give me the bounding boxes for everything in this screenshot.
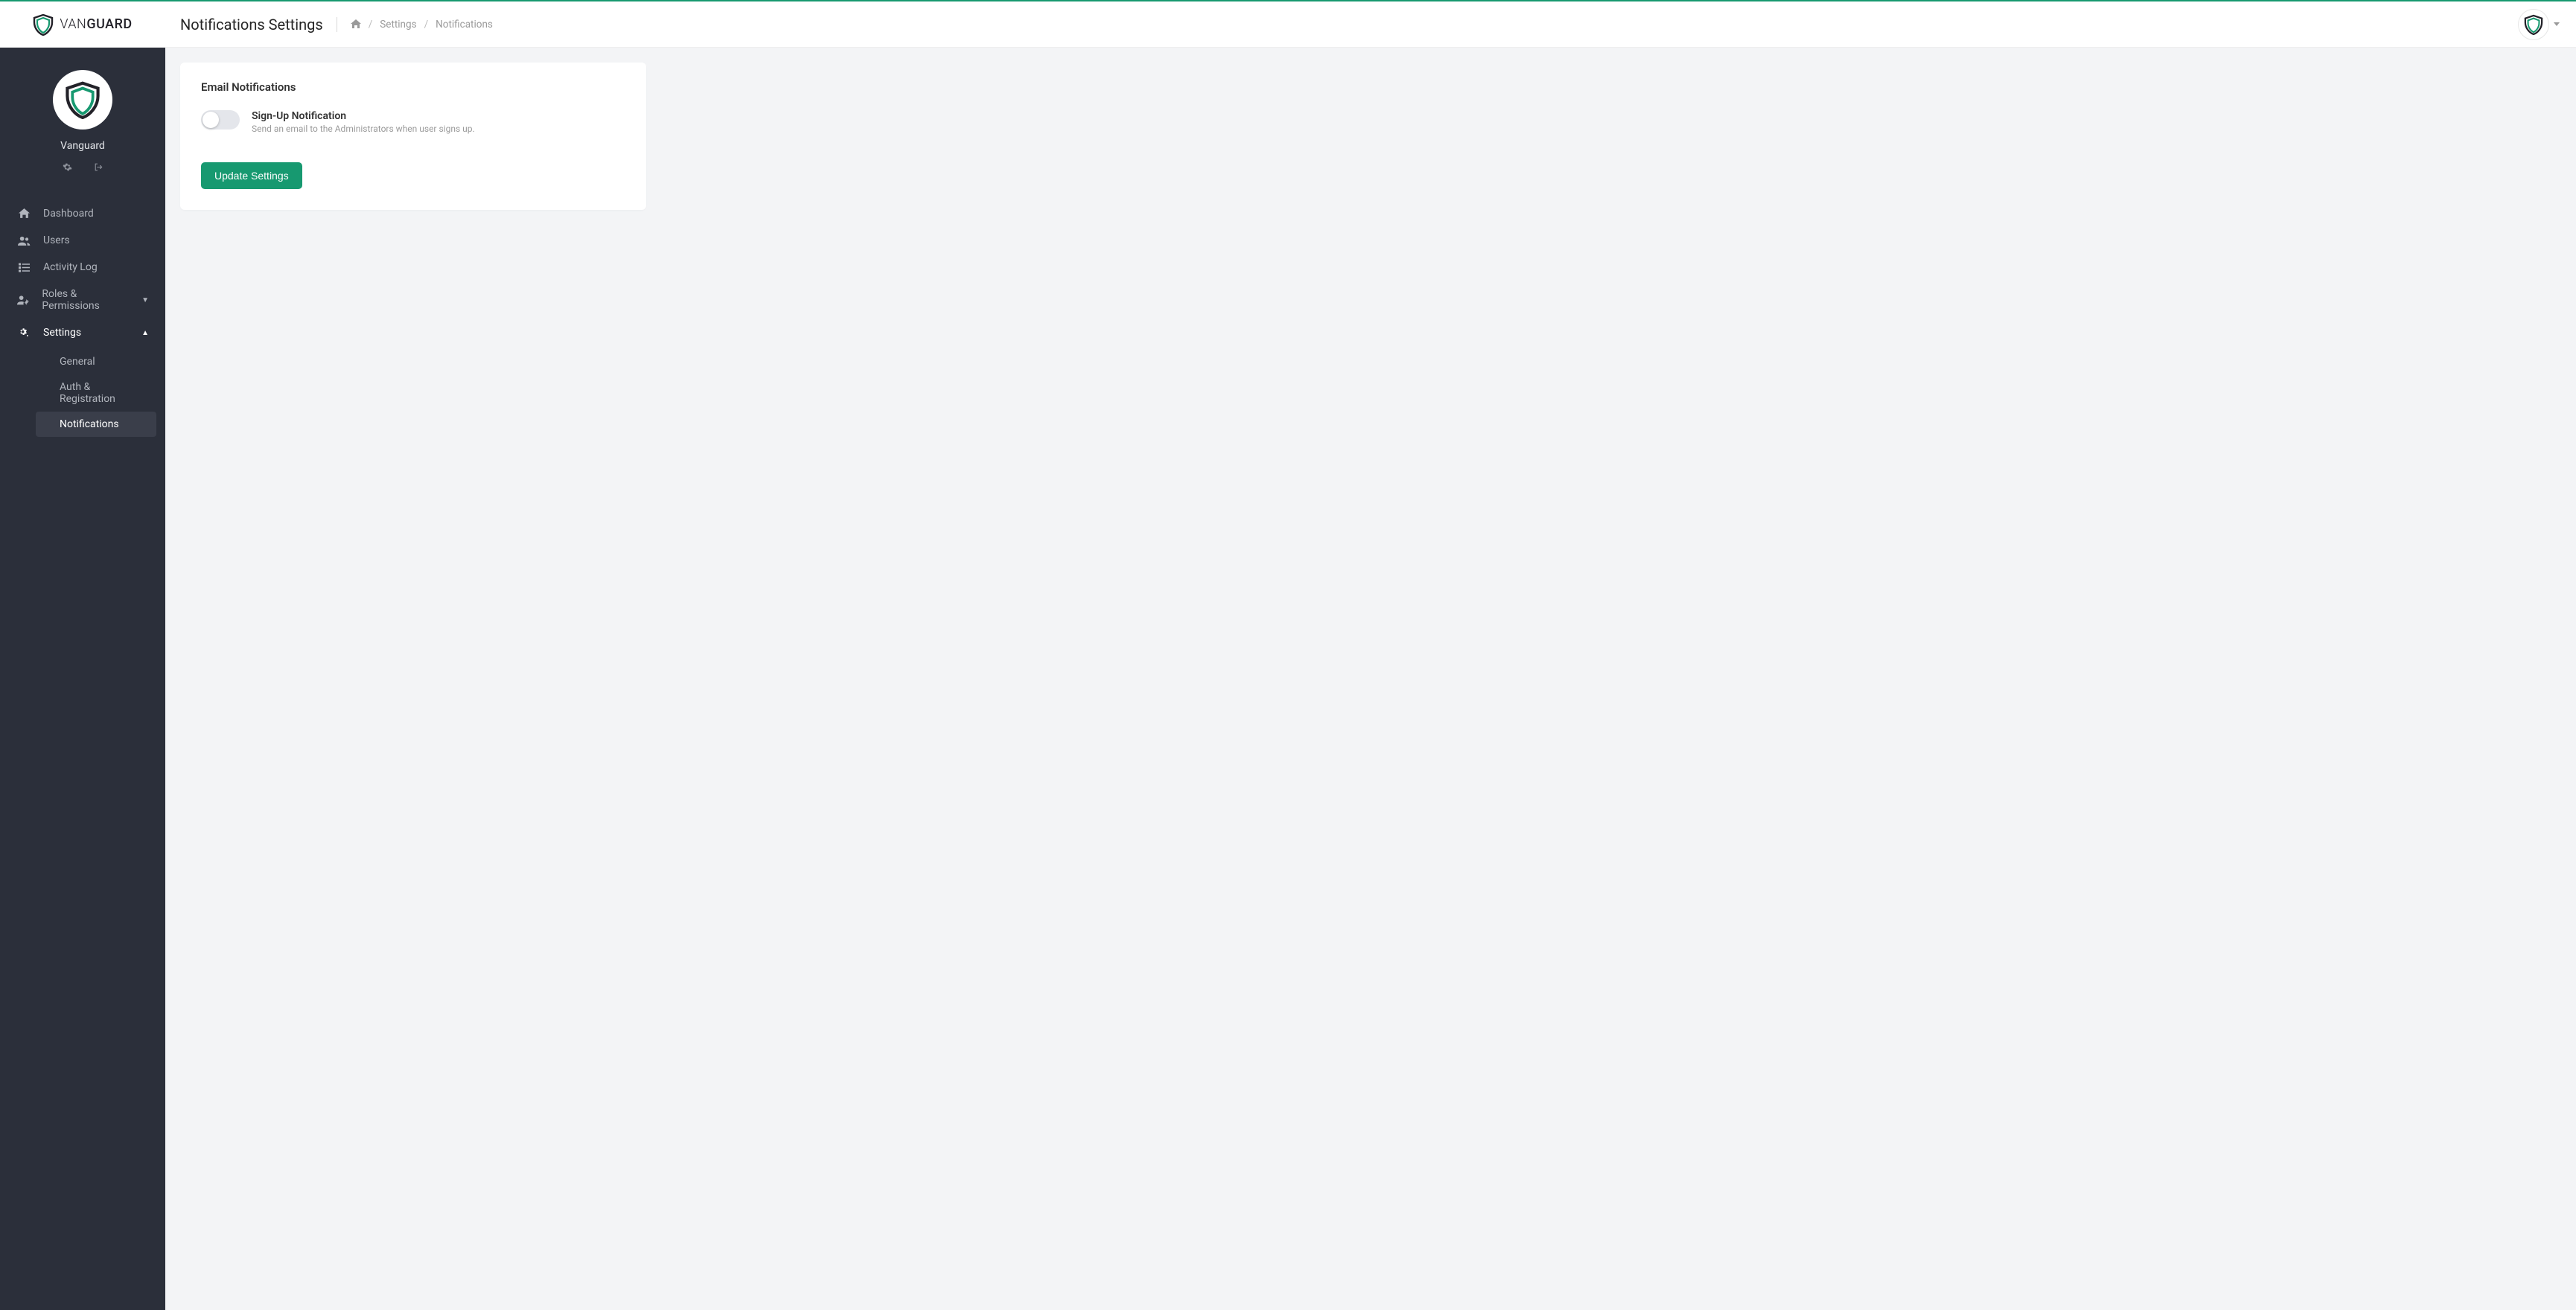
sidebar-item-label: Activity Log <box>43 261 98 273</box>
page-title: Notifications Settings <box>180 16 323 33</box>
caret-up-icon: ▲ <box>141 329 149 337</box>
header-user-menu[interactable] <box>2518 9 2560 40</box>
sidebar-item-label: Roles & Permissions <box>42 288 130 312</box>
subnav-auth-registration[interactable]: Auth & Registration <box>36 374 156 412</box>
sidebar-item-settings[interactable]: Settings ▲ <box>0 319 165 346</box>
brand-name: VANGUARD <box>60 16 132 32</box>
breadcrumb: / Settings / Notifications <box>351 19 493 31</box>
subnav-label: Auth & Registration <box>60 381 115 405</box>
page-title-wrap: Notifications Settings / Settings / Noti… <box>165 16 493 33</box>
settings-subnav: General Auth & Registration Notification… <box>0 346 165 440</box>
sidebar-item-activity-log[interactable]: Activity Log <box>0 254 165 281</box>
breadcrumb-sep: / <box>424 19 429 31</box>
update-settings-button[interactable]: Update Settings <box>201 162 302 189</box>
email-notifications-card: Email Notifications Sign-Up Notification… <box>180 63 646 210</box>
subnav-label: Notifications <box>60 418 119 430</box>
profile-name[interactable]: Vanguard <box>60 140 105 152</box>
setting-description: Send an email to the Administrators when… <box>252 124 475 134</box>
caret-down-icon <box>2554 22 2560 26</box>
sidebar-item-label: Dashboard <box>43 208 94 220</box>
avatar-large[interactable] <box>53 70 112 130</box>
signup-notification-toggle[interactable] <box>201 110 240 130</box>
breadcrumb-home[interactable] <box>351 19 361 29</box>
caret-down-icon: ▼ <box>141 296 149 304</box>
sidebar-nav: Dashboard Users Activity Log Roles & Per… <box>0 191 165 449</box>
breadcrumb-settings[interactable]: Settings <box>380 19 416 31</box>
sidebar-item-dashboard[interactable]: Dashboard <box>0 200 165 227</box>
home-icon <box>351 19 361 29</box>
main-content: Email Notifications Sign-Up Notification… <box>165 48 2576 1310</box>
toggle-knob <box>203 112 219 128</box>
brand[interactable]: VANGUARD <box>0 1 165 47</box>
users-icon <box>16 236 31 246</box>
subnav-notifications[interactable]: Notifications <box>36 412 156 437</box>
list-icon <box>16 263 31 272</box>
sidebar-item-label: Settings <box>43 327 81 339</box>
setting-signup-notification: Sign-Up Notification Send an email to th… <box>201 110 625 134</box>
subnav-label: General <box>60 356 95 368</box>
gear-icon[interactable] <box>63 162 72 172</box>
users-cog-icon <box>16 295 30 305</box>
breadcrumb-sep: / <box>369 19 373 31</box>
sidebar-item-label: Users <box>43 234 70 246</box>
header: VANGUARD Notifications Settings / Settin… <box>0 1 2576 48</box>
button-label: Update Settings <box>214 170 289 182</box>
shield-logo-icon <box>33 13 54 36</box>
cogs-icon <box>16 328 31 339</box>
card-title: Email Notifications <box>201 80 625 94</box>
setting-label: Sign-Up Notification <box>252 110 475 122</box>
breadcrumb-current: Notifications <box>436 19 493 31</box>
sidebar: Vanguard Dashboard Use <box>0 48 165 1310</box>
logout-icon[interactable] <box>93 162 103 172</box>
home-icon <box>16 208 31 219</box>
subnav-general[interactable]: General <box>36 349 156 374</box>
avatar-small <box>2518 9 2549 40</box>
sidebar-profile: Vanguard <box>0 70 165 191</box>
sidebar-item-users[interactable]: Users <box>0 227 165 254</box>
sidebar-item-roles-permissions[interactable]: Roles & Permissions ▼ <box>0 281 165 319</box>
